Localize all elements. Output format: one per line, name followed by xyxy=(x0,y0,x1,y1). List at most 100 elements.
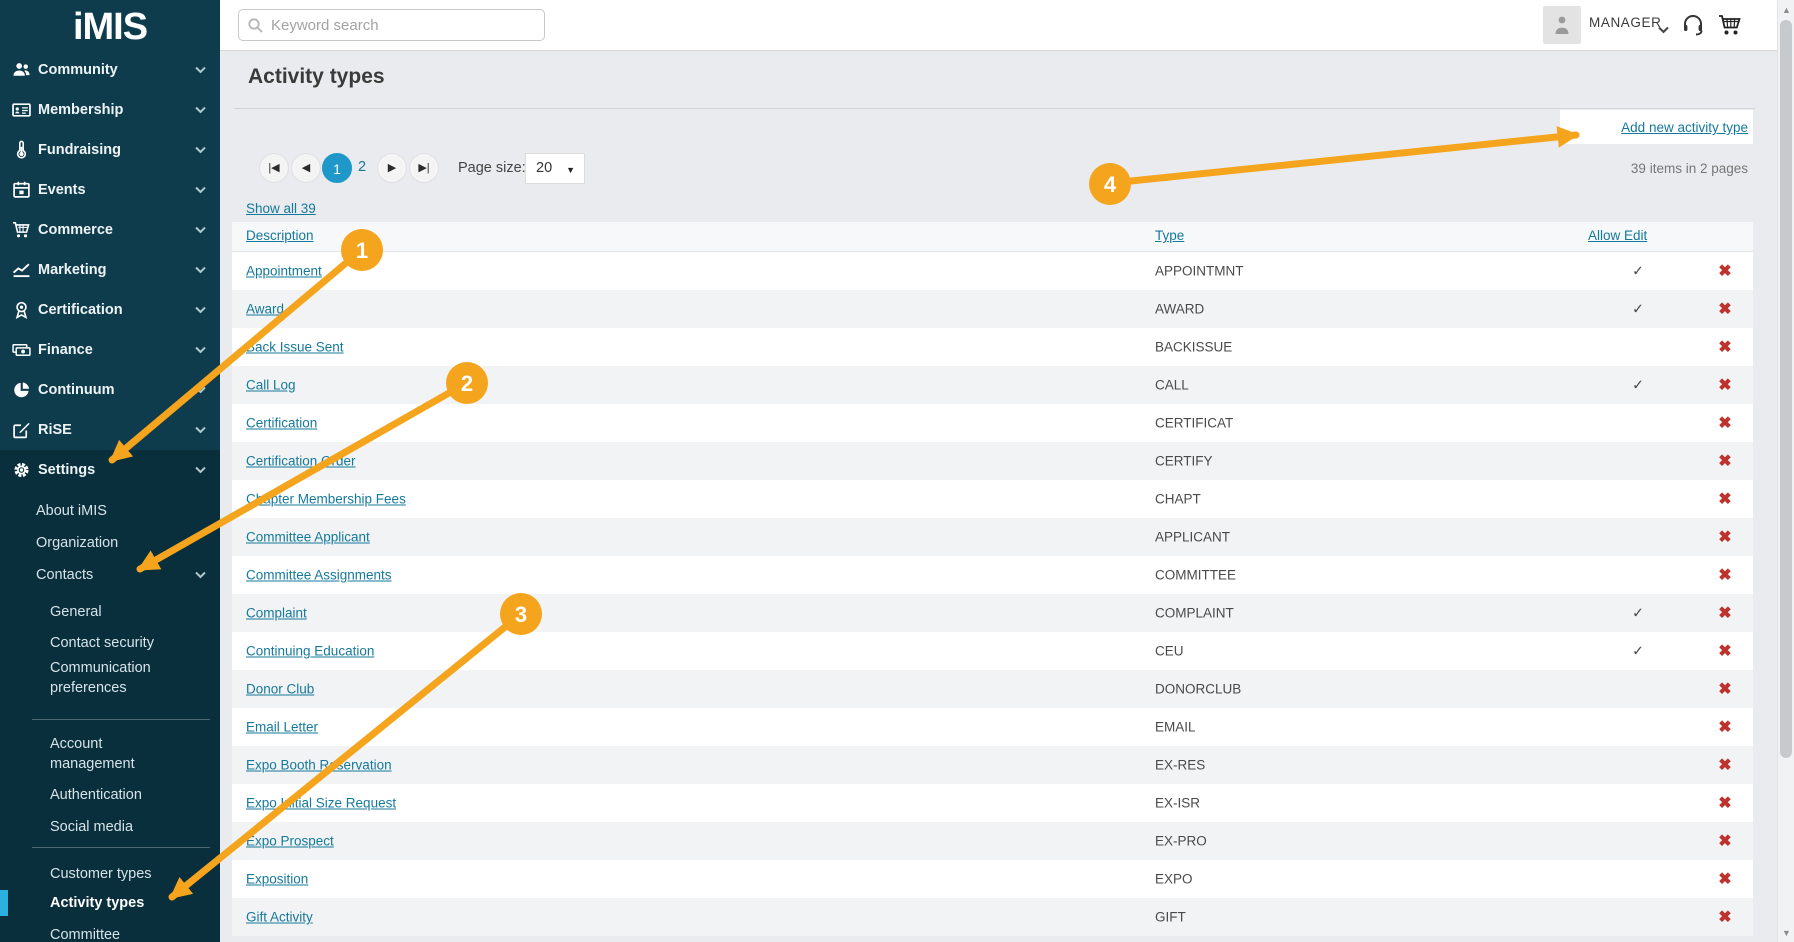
activity-type-link[interactable]: Chapter Membership Fees xyxy=(246,492,406,507)
add-new-activity-type-link[interactable]: Add new activity type xyxy=(1621,120,1748,135)
delete-icon[interactable]: ✖ xyxy=(1710,793,1740,813)
sort-allow-edit[interactable]: Allow Edit xyxy=(1588,228,1647,243)
sidebar-item-contact-security[interactable]: Contact security xyxy=(0,628,220,658)
chevron-down-icon xyxy=(195,466,206,474)
sidebar-item-fundraising[interactable]: Fundraising xyxy=(0,130,220,170)
sidebar-item-authentication[interactable]: Authentication xyxy=(0,780,220,810)
settings-section: Settings About iMIS Organization Contact… xyxy=(0,450,220,942)
sidebar-item-certification[interactable]: Certification xyxy=(0,290,220,330)
sidebar-item-activity-types[interactable]: Activity types xyxy=(0,888,220,918)
activity-type-link[interactable]: Call Log xyxy=(246,378,296,393)
items-summary: 39 items in 2 pages xyxy=(1631,161,1748,176)
activity-type-link[interactable]: Certification Order xyxy=(246,454,356,469)
delete-icon[interactable]: ✖ xyxy=(1710,603,1740,623)
sidebar-item-social-media[interactable]: Social media xyxy=(0,812,220,842)
delete-icon[interactable]: ✖ xyxy=(1710,565,1740,585)
sidebar-item-communication-preferences[interactable]: Communication preferences xyxy=(0,656,170,700)
activity-type-link[interactable]: Certification xyxy=(246,416,317,431)
delete-icon[interactable]: ✖ xyxy=(1710,831,1740,851)
table-row: Committee Applicant APPLICANT ✖ xyxy=(232,518,1753,556)
sidebar-item-continuum[interactable]: Continuum xyxy=(0,370,220,410)
scroll-down-icon[interactable]: ▼ xyxy=(1778,928,1794,938)
sidebar-item-rise[interactable]: RiSE xyxy=(0,410,220,450)
sidebar-item-about-imis[interactable]: About iMIS xyxy=(0,496,220,526)
activity-type-link[interactable]: Expo Booth Reservation xyxy=(246,758,392,773)
active-indicator xyxy=(0,890,8,916)
type-code: APPOINTMNT xyxy=(1155,264,1244,279)
activity-type-link[interactable]: Expo Prospect xyxy=(246,834,334,849)
support-headset-icon[interactable] xyxy=(1680,12,1706,38)
delete-icon[interactable]: ✖ xyxy=(1710,641,1740,661)
page-2-button[interactable]: 2 xyxy=(358,159,366,175)
cart-icon[interactable] xyxy=(1717,12,1743,38)
chevron-down-icon xyxy=(195,386,206,394)
delete-icon[interactable]: ✖ xyxy=(1710,299,1740,319)
activity-type-link[interactable]: Donor Club xyxy=(246,682,314,697)
next-page-button[interactable]: ▶ xyxy=(377,153,407,183)
sidebar-item-customer-types[interactable]: Customer types xyxy=(0,859,220,889)
type-code: DONORCLUB xyxy=(1155,682,1241,697)
sidebar-item-membership[interactable]: Membership xyxy=(0,90,220,130)
chevron-down-icon xyxy=(195,306,206,314)
last-page-button[interactable]: ▶| xyxy=(409,153,439,183)
delete-icon[interactable]: ✖ xyxy=(1710,337,1740,357)
activity-type-link[interactable]: Email Letter xyxy=(246,720,318,735)
delete-icon[interactable]: ✖ xyxy=(1710,755,1740,775)
activity-type-link[interactable]: Committee Applicant xyxy=(246,530,370,545)
activity-type-link[interactable]: Gift Activity xyxy=(246,910,313,925)
sidebar-item-contacts[interactable]: Contacts xyxy=(0,560,220,590)
chevron-down-icon[interactable] xyxy=(1658,21,1669,29)
previous-page-button[interactable]: ◀ xyxy=(291,153,321,183)
delete-icon[interactable]: ✖ xyxy=(1710,907,1740,927)
type-code: EX-PRO xyxy=(1155,834,1207,849)
sidebar: iMIS Community Membership Fundraising xyxy=(0,0,220,942)
activity-type-link[interactable]: Committee Assignments xyxy=(246,568,392,583)
activity-type-link[interactable]: Exposition xyxy=(246,872,308,887)
sidebar-item-events[interactable]: Events xyxy=(0,170,220,210)
activity-type-link[interactable]: Continuing Education xyxy=(246,644,374,659)
search-input[interactable] xyxy=(271,11,539,39)
sidebar-item-committee[interactable]: Committee xyxy=(0,920,220,942)
sidebar-item-organization[interactable]: Organization xyxy=(0,528,220,558)
chevron-down-icon xyxy=(195,106,206,114)
delete-icon[interactable]: ✖ xyxy=(1710,261,1740,281)
table-row: Appointment APPOINTMNT ✓ ✖ xyxy=(232,252,1753,290)
activity-type-link[interactable]: Award xyxy=(246,302,284,317)
first-page-button[interactable]: |◀ xyxy=(259,153,289,183)
activity-type-link[interactable]: Appointment xyxy=(246,264,322,279)
sort-type[interactable]: Type xyxy=(1155,228,1184,243)
type-code: EXPO xyxy=(1155,872,1193,887)
delete-icon[interactable]: ✖ xyxy=(1710,413,1740,433)
scroll-up-icon[interactable]: ▲ xyxy=(1778,5,1794,15)
vertical-scrollbar[interactable]: ▲ ▼ xyxy=(1777,0,1794,942)
sidebar-item-commerce[interactable]: Commerce xyxy=(0,210,220,250)
delete-icon[interactable]: ✖ xyxy=(1710,451,1740,471)
show-all-link[interactable]: Show all 39 xyxy=(246,201,316,216)
sidebar-item-general[interactable]: General xyxy=(0,597,220,627)
chevron-down-icon xyxy=(195,426,206,434)
activity-type-link[interactable]: Complaint xyxy=(246,606,307,621)
delete-icon[interactable]: ✖ xyxy=(1710,375,1740,395)
page-size-select[interactable]: 20 ▼ xyxy=(525,153,585,184)
avatar[interactable] xyxy=(1543,6,1581,44)
delete-icon[interactable]: ✖ xyxy=(1710,717,1740,737)
user-menu[interactable]: MANAGER xyxy=(1589,15,1661,30)
activity-type-link[interactable]: Expo Initial Size Request xyxy=(246,796,396,811)
type-code: CHAPT xyxy=(1155,492,1201,507)
delete-icon[interactable]: ✖ xyxy=(1710,679,1740,699)
sidebar-item-settings[interactable]: Settings xyxy=(0,450,220,490)
table-row: Email Letter EMAIL ✖ xyxy=(232,708,1753,746)
scrollbar-thumb[interactable] xyxy=(1780,20,1792,758)
type-code: COMPLAINT xyxy=(1155,606,1234,621)
sidebar-item-account-management[interactable]: Account management xyxy=(0,732,150,776)
delete-icon[interactable]: ✖ xyxy=(1710,489,1740,509)
sidebar-item-marketing[interactable]: Marketing xyxy=(0,250,220,290)
sort-description[interactable]: Description xyxy=(246,228,314,243)
sidebar-item-finance[interactable]: Finance xyxy=(0,330,220,370)
sidebar-item-community[interactable]: Community xyxy=(0,50,220,90)
delete-icon[interactable]: ✖ xyxy=(1710,527,1740,547)
page-1-button[interactable]: 1 xyxy=(322,153,352,183)
delete-icon[interactable]: ✖ xyxy=(1710,869,1740,889)
thermometer-icon xyxy=(12,141,31,160)
activity-type-link[interactable]: Back Issue Sent xyxy=(246,340,344,355)
